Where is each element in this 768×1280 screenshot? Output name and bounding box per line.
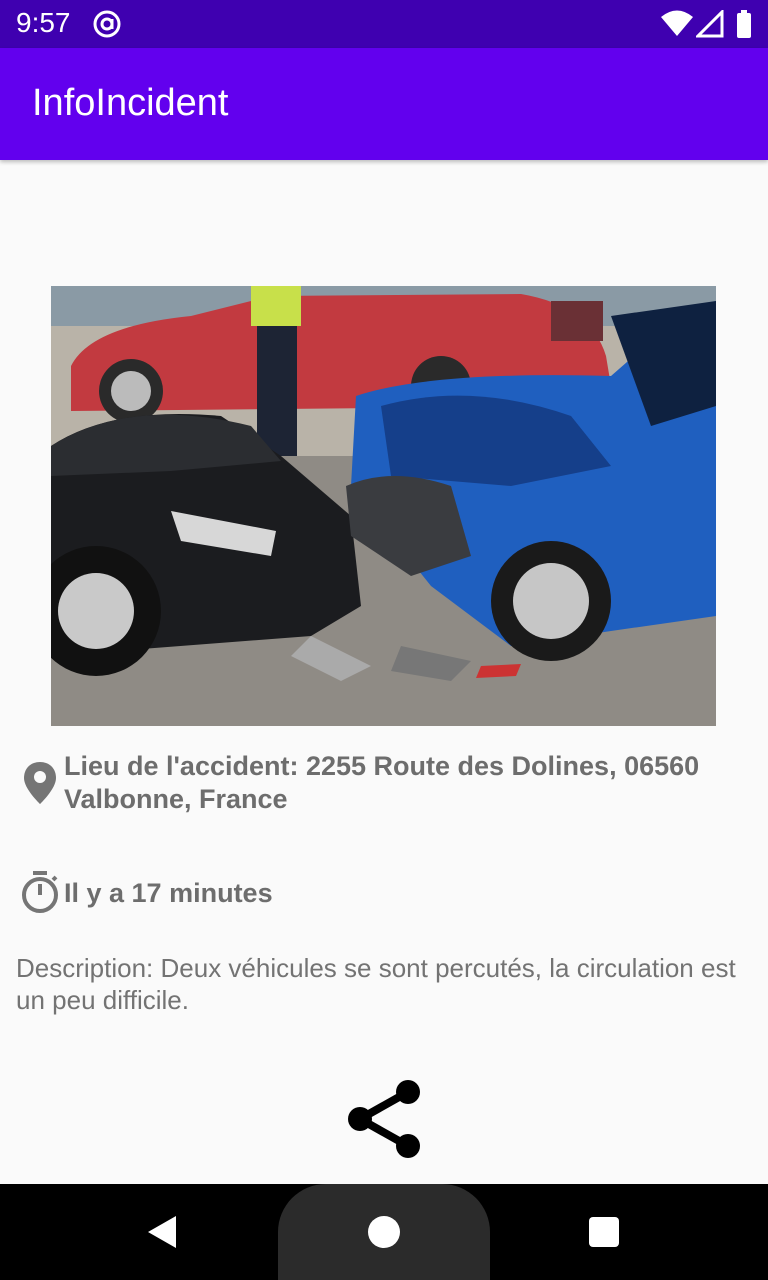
app-title: InfoIncident bbox=[32, 82, 229, 124]
home-circle-icon[interactable] bbox=[368, 1216, 400, 1248]
share-icon[interactable] bbox=[344, 1076, 424, 1162]
timer-icon bbox=[22, 871, 58, 913]
app-bar: InfoIncident bbox=[0, 48, 768, 160]
description-text: Description: Deux véhicules se sont perc… bbox=[16, 953, 736, 1015]
location-pin-icon bbox=[24, 762, 56, 804]
cell-signal-icon bbox=[696, 10, 724, 38]
status-bar: 9:57 bbox=[0, 0, 768, 48]
wifi-icon bbox=[661, 10, 693, 36]
status-time: 9:57 bbox=[16, 7, 71, 38]
back-triangle-icon[interactable] bbox=[144, 1214, 180, 1250]
navigation-bar bbox=[0, 1184, 768, 1280]
recents-square-icon[interactable] bbox=[589, 1217, 619, 1247]
at-sign-icon bbox=[93, 10, 121, 38]
location-text: Lieu de l'accident: 2255 Route des Dolin… bbox=[64, 751, 700, 814]
car-accident-photo bbox=[51, 286, 716, 726]
time-text: Il y a 17 minutes bbox=[64, 878, 273, 908]
battery-icon bbox=[737, 10, 751, 38]
